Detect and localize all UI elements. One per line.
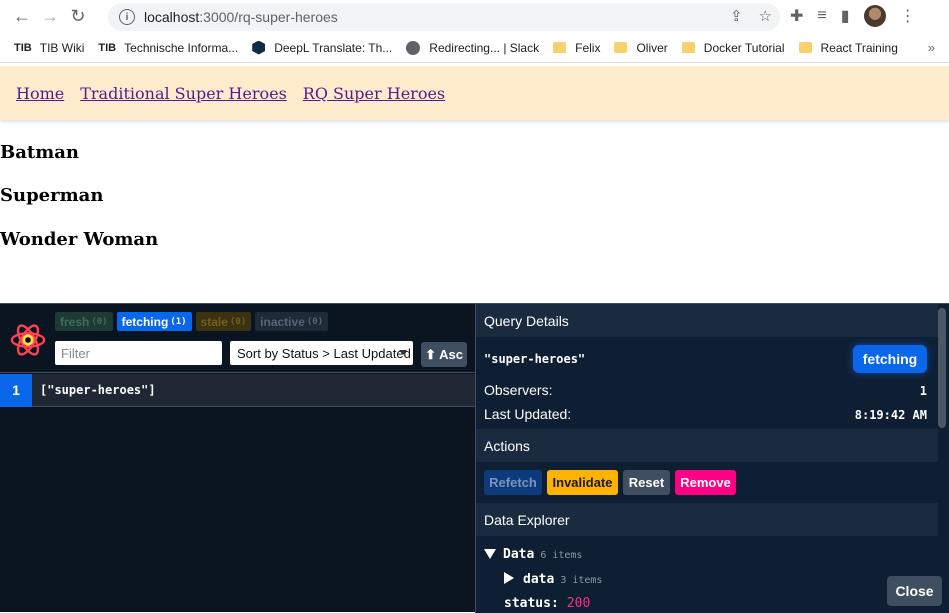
nav-link-home[interactable]: Home (16, 84, 64, 103)
share-icon[interactable]: ⇪ (730, 7, 743, 25)
folder-icon (614, 42, 628, 53)
profile-avatar[interactable] (863, 5, 886, 27)
observer-count: 1 (0, 373, 32, 407)
devtools-header: fresh (0) fetching (1) stale (0) inactive (0… (0, 304, 475, 373)
bookmark-label: React Training (820, 40, 898, 55)
data-explorer-title: Data Explorer (476, 503, 938, 536)
observers-label: Observers: (484, 382, 553, 398)
actions-title: Actions (476, 429, 938, 462)
media-playlist-icon[interactable]: ≡ (817, 7, 826, 25)
badge-stale: stale (0) (195, 312, 252, 331)
side-panel-icon[interactable]: ▮ (841, 6, 850, 26)
globe-icon (406, 40, 421, 55)
expand-right-icon (504, 572, 514, 584)
forward-arrow-icon[interactable]: → (36, 3, 64, 31)
hero-item: Wonder Woman (0, 229, 159, 250)
badge-fresh: fresh (0) (55, 312, 113, 331)
sort-direction-button[interactable]: ⬆ Asc (421, 342, 467, 367)
data-tree-root[interactable]: Data 6 items (484, 547, 582, 562)
browser-toolbar: ← → ↻ i localhost:3000/rq-super-heroes ⇪… (0, 0, 949, 33)
expand-down-icon (484, 549, 496, 559)
bookmark-deepl[interactable]: DeepL Translate: Th... (252, 40, 393, 55)
nav-link-rq[interactable]: RQ Super Heroes (303, 84, 445, 103)
bookmark-felix[interactable]: Felix (553, 41, 600, 55)
query-details-title: Query Details (476, 304, 938, 337)
address-bar[interactable]: i localhost:3000/rq-super-heroes ⇪ ☆ (108, 3, 780, 31)
filter-input[interactable] (55, 341, 222, 365)
deepl-icon (252, 40, 266, 55)
bookmark-tib-wiki[interactable]: TIB TIB Wiki (14, 41, 84, 55)
chevron-down-icon (399, 350, 407, 355)
reset-button[interactable]: Reset (623, 470, 670, 495)
last-updated-value: 8:19:42 AM (854, 408, 927, 422)
bookmark-label: TIB Wiki (39, 40, 85, 55)
query-details-panel: Query Details "super-heroes" fetching Ob… (475, 304, 949, 613)
bookmark-react[interactable]: React Training (798, 40, 898, 55)
kebab-menu-icon[interactable]: ⋮ (900, 6, 916, 26)
back-arrow-icon[interactable]: ← (8, 3, 36, 31)
sort-select[interactable]: Sort by Status > Last Updated (230, 341, 413, 365)
bookmark-label: Docker Tutorial (703, 40, 785, 55)
bookmark-label: Felix (575, 40, 601, 55)
react-query-logo-icon (9, 321, 47, 359)
remove-button[interactable]: Remove (675, 470, 736, 495)
more-bookmarks-icon[interactable]: » (928, 40, 935, 55)
query-key: ["super-heroes"] (40, 383, 156, 397)
folder-icon (798, 42, 812, 53)
hero-item: Superman (0, 185, 104, 206)
hero-item: Batman (0, 142, 79, 163)
bookmarks-bar: TIB TIB Wiki TIB Technische Informa... Dee… (0, 33, 949, 63)
status-badge: fetching (853, 345, 927, 373)
sort-select-label: Sort by Status > Last Updated (237, 345, 411, 361)
bookmark-slack[interactable]: Redirecting... | Slack (406, 40, 540, 55)
badge-inactive: inactive (0) (255, 312, 329, 331)
bookmark-star-icon[interactable]: ☆ (759, 7, 772, 25)
query-row[interactable]: 1 ["super-heroes"] (0, 373, 475, 407)
react-query-devtools: fresh (0) fetching (1) stale (0) inactive (0… (0, 303, 949, 613)
scrollbar[interactable] (938, 308, 946, 428)
folder-icon (681, 42, 695, 53)
refetch-button[interactable]: Refetch (484, 470, 542, 495)
url-text: localhost:3000/rq-super-heroes (144, 9, 338, 25)
last-updated-label: Last Updated: (484, 406, 572, 422)
invalidate-button[interactable]: Invalidate (547, 470, 618, 495)
bookmark-label: Oliver (636, 40, 668, 55)
tib-icon: TIB (98, 41, 117, 54)
tib-icon: TIB (14, 41, 32, 54)
badge-fetching: fetching (1) (116, 312, 192, 331)
bookmark-label: Technische Informa... (124, 40, 239, 55)
data-tree-status: status: 200 (504, 596, 591, 611)
query-list-panel: fresh (0) fetching (1) stale (0) inactive (0… (0, 304, 475, 613)
bookmark-oliver[interactable]: Oliver (614, 40, 668, 55)
bookmark-technische[interactable]: TIB Technische Informa... (98, 41, 238, 55)
bookmark-docker[interactable]: Docker Tutorial (681, 40, 785, 55)
observers-value: 1 (919, 384, 927, 398)
detail-query-key: "super-heroes" (484, 352, 586, 366)
reload-icon[interactable]: ↻ (64, 3, 92, 31)
app-navbar: Home Traditional Super Heroes RQ Super H… (0, 66, 949, 120)
nav-link-traditional[interactable]: Traditional Super Heroes (80, 84, 287, 103)
folder-icon (553, 42, 567, 53)
bookmark-label: DeepL Translate: Th... (274, 40, 393, 55)
site-info-icon[interactable]: i (119, 9, 135, 25)
bookmark-label: Redirecting... | Slack (429, 40, 540, 55)
data-tree-child[interactable]: data 3 items (504, 572, 602, 587)
close-devtools-button[interactable]: Close (887, 576, 942, 606)
extensions-icon[interactable]: ✚ (790, 6, 803, 26)
